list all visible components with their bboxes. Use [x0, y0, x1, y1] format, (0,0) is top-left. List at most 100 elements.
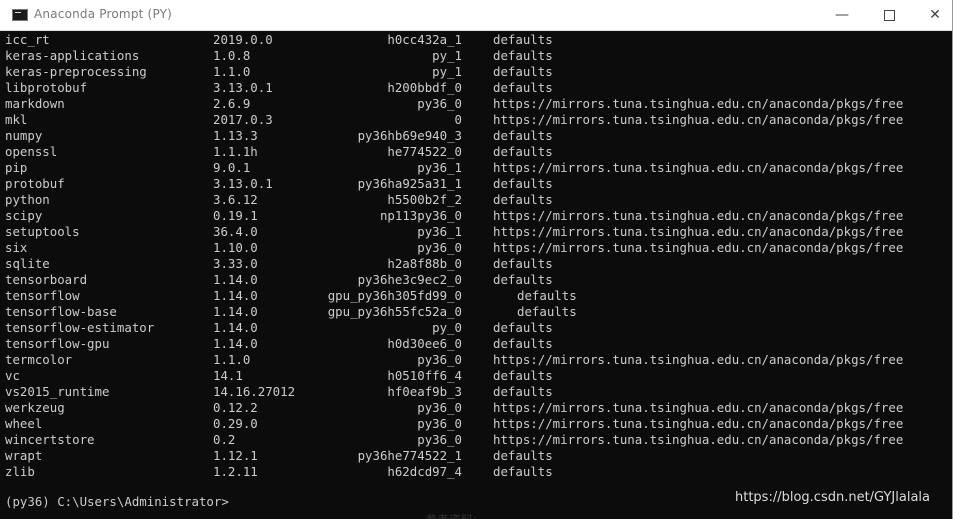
- package-channel: defaults: [493, 448, 553, 463]
- package-version: 9.0.1: [213, 160, 251, 175]
- package-version: 0.19.1: [213, 208, 258, 223]
- package-name: python: [5, 192, 50, 207]
- package-row: tensorboard 1.14.0 py36he3c9ec2_0 defaults: [5, 272, 950, 288]
- package-version: 14.16.27012: [213, 384, 296, 399]
- package-build: py36_0: [417, 416, 462, 431]
- package-channel: https://mirrors.tuna.tsinghua.edu.cn/ana…: [493, 240, 904, 255]
- package-build: py36hb69e940_3: [357, 128, 462, 143]
- package-row: setuptools 36.4.0 py36_1 https://mirrors.tu…: [5, 224, 950, 240]
- package-channel: https://mirrors.tuna.tsinghua.edu.cn/ana…: [493, 208, 904, 223]
- package-version: 2019.0.0: [213, 32, 273, 47]
- package-version: 0.2: [213, 432, 236, 447]
- package-version: 1.2.11: [213, 464, 258, 479]
- package-build: he774522_0: [387, 144, 462, 159]
- window-title: Anaconda Prompt (PY): [34, 7, 173, 21]
- package-version: 1.14.0: [213, 272, 258, 287]
- package-build: gpu_py36h55fc52a_0: [327, 304, 462, 319]
- package-version: 0.29.0: [213, 416, 258, 431]
- package-row: numpy 1.13.3 py36hb69e940_3 defaults: [5, 128, 950, 144]
- package-channel: defaults: [493, 64, 553, 79]
- package-version: 2017.0.3: [213, 112, 273, 127]
- package-name: markdown: [5, 96, 65, 111]
- package-version: 1.1.0: [213, 352, 251, 367]
- package-channel: defaults: [493, 368, 553, 383]
- package-build: py_0: [432, 320, 462, 335]
- package-build: h0510ff6_4: [387, 368, 462, 383]
- package-channel: defaults: [493, 320, 553, 335]
- package-name: zlib: [5, 464, 35, 479]
- package-channel: https://mirrors.tuna.tsinghua.edu.cn/ana…: [493, 400, 904, 415]
- package-row: pip 9.0.1 py36_1 https://mirrors.tuna.tsing…: [5, 160, 950, 176]
- package-row: openssl 1.1.1h he774522_0 defaults: [5, 144, 950, 160]
- minimize-button[interactable]: —: [819, 0, 865, 31]
- console-app-icon: [12, 9, 28, 21]
- package-build: h62dcd97_4: [387, 464, 462, 479]
- package-name: scipy: [5, 208, 43, 223]
- package-build: py_1: [432, 64, 462, 79]
- package-channel: defaults: [493, 144, 553, 159]
- package-channel: defaults: [493, 272, 553, 287]
- package-row: keras-applications 1.0.8 py_1 defaults: [5, 48, 950, 64]
- package-build: py36_0: [417, 96, 462, 111]
- package-build: np113py36_0: [379, 208, 462, 223]
- package-row: icc_rt 2019.0.0 h0cc432a_1 defaults: [5, 32, 950, 48]
- package-name: protobuf: [5, 176, 65, 191]
- package-channel: defaults: [493, 80, 553, 95]
- package-version: 1.14.0: [213, 288, 258, 303]
- package-row: protobuf 3.13.0.1 py36ha925a31_1 defaults: [5, 176, 950, 192]
- package-name: mkl: [5, 112, 28, 127]
- package-name: tensorflow-estimator: [5, 320, 155, 335]
- package-name: keras-preprocessing: [5, 64, 147, 79]
- package-channel: https://mirrors.tuna.tsinghua.edu.cn/ana…: [493, 224, 904, 239]
- package-row: markdown 2.6.9 py36_0 https://mirrors.tuna.…: [5, 96, 950, 112]
- package-version: 1.0.8: [213, 48, 251, 63]
- package-row: six 1.10.0 py36_0 https://mirrors.tuna.tsin…: [5, 240, 950, 256]
- package-channel: https://mirrors.tuna.tsinghua.edu.cn/ana…: [493, 160, 904, 175]
- package-name: six: [5, 240, 28, 255]
- package-channel: https://mirrors.tuna.tsinghua.edu.cn/ana…: [493, 112, 904, 127]
- package-row: tensorflow 1.14.0 gpu_py36h305fd99_0 defaul…: [5, 288, 950, 304]
- package-version: 1.14.0: [213, 304, 258, 319]
- package-build: py36he774522_1: [357, 448, 462, 463]
- package-version: 36.4.0: [213, 224, 258, 239]
- watermark: https://blog.csdn.net/GYJlalala: [735, 490, 930, 505]
- package-name: tensorflow-base: [5, 304, 117, 319]
- package-name: sqlite: [5, 256, 50, 271]
- title-bar[interactable]: Anaconda Prompt (PY) — ✕: [0, 0, 952, 31]
- package-row: tensorflow-gpu 1.14.0 h0d30ee6_0 defaults: [5, 336, 950, 352]
- package-row: vc 14.1 h0510ff6_4 defaults: [5, 368, 950, 384]
- package-row: tensorflow-estimator 1.14.0 py_0 defaults: [5, 320, 950, 336]
- package-channel: defaults: [493, 464, 553, 479]
- package-name: keras-applications: [5, 48, 140, 63]
- package-channel: https://mirrors.tuna.tsinghua.edu.cn/ana…: [493, 352, 904, 367]
- package-build: gpu_py36h305fd99_0: [327, 288, 462, 303]
- package-version: 1.12.1: [213, 448, 258, 463]
- package-build: h0d30ee6_0: [387, 336, 462, 351]
- package-channel: https://mirrors.tuna.tsinghua.edu.cn/ana…: [493, 96, 904, 111]
- package-row: werkzeug 0.12.2 py36_0 https://mirrors.tuna…: [5, 400, 950, 416]
- package-version: 1.13.3: [213, 128, 258, 143]
- package-version: 1.1.0: [213, 64, 251, 79]
- package-row: tensorflow-base 1.14.0 gpu_py36h55fc52a_0 d…: [5, 304, 950, 320]
- package-version: 1.10.0: [213, 240, 258, 255]
- package-row: zlib 1.2.11 h62dcd97_4 defaults: [5, 464, 950, 480]
- maximize-button[interactable]: [866, 0, 912, 31]
- package-build: py36ha925a31_1: [357, 176, 462, 191]
- package-channel: https://mirrors.tuna.tsinghua.edu.cn/ana…: [493, 416, 904, 431]
- background-page-text: 参考资料:: [425, 511, 477, 519]
- package-build: py36_0: [417, 400, 462, 415]
- package-version: 2.6.9: [213, 96, 251, 111]
- console-output[interactable]: icc_rt 2019.0.0 h0cc432a_1 defaults keras-ap…: [5, 32, 950, 480]
- package-version: 1.14.0: [213, 320, 258, 335]
- package-name: tensorflow: [5, 288, 80, 303]
- package-build: py36_1: [417, 224, 462, 239]
- package-build: h5500b2f_2: [387, 192, 462, 207]
- package-version: 1.1.1h: [213, 144, 258, 159]
- command-prompt[interactable]: (py36) C:\Users\Administrator>: [5, 494, 229, 509]
- package-name: wrapt: [5, 448, 43, 463]
- package-name: icc_rt: [5, 32, 50, 47]
- close-button[interactable]: ✕: [912, 0, 952, 31]
- package-name: tensorflow-gpu: [5, 336, 110, 351]
- package-name: libprotobuf: [5, 80, 88, 95]
- package-version: 3.13.0.1: [213, 80, 273, 95]
